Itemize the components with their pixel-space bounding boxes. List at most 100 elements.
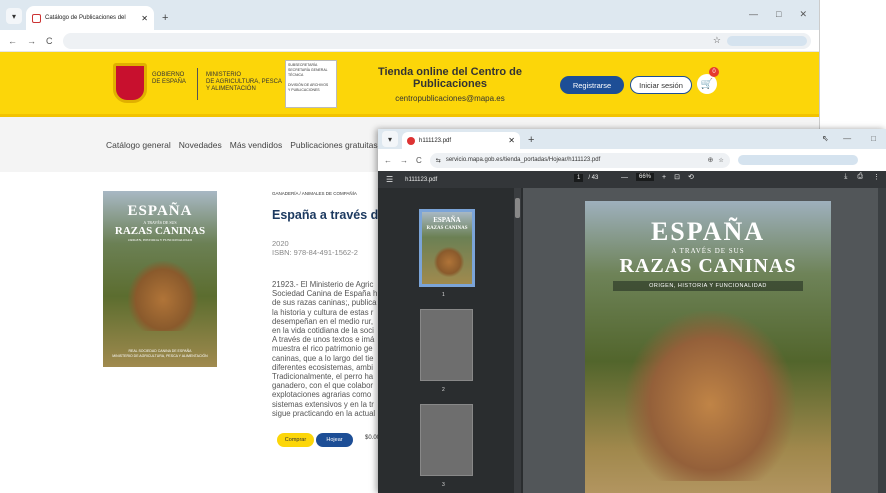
new-tab-button[interactable]: + (528, 134, 534, 146)
profile-area[interactable] (737, 155, 858, 165)
close-tab-icon[interactable]: ✕ (508, 136, 515, 145)
cart-icon[interactable]: 🛒 (697, 74, 717, 94)
pdf-viewer-area[interactable]: ESPAÑA A TRAVÉS DE SUS RAZAS CANINAS ORI… (523, 188, 886, 493)
tab-search-menu-icon[interactable]: ▾ (382, 131, 398, 147)
book-year: 2020 (272, 239, 289, 248)
minimize-icon[interactable]: — (843, 134, 851, 143)
dog-illustration (128, 261, 198, 331)
logo-divider (197, 68, 198, 100)
reload-icon[interactable]: C (416, 156, 422, 165)
site-header: GOBIERNO DE ESPAÑA MINISTERIO DE AGRICUL… (0, 52, 819, 117)
pdf-actions: ⤓ ⎙ ⋮ (844, 173, 880, 181)
cover-title-razas: RAZAS CANINAS (114, 225, 206, 237)
close-tab-icon[interactable]: ✕ (141, 14, 148, 23)
dog-illustration (434, 247, 464, 277)
book-title: España a través de (272, 208, 386, 222)
tab-search-menu-icon[interactable]: ▾ (6, 8, 22, 24)
browser-window-pdf: ▾ h111123.pdf ✕ + ⇖ — □ ← → C ⇆ servicio… (378, 129, 886, 493)
back-icon[interactable]: ← (384, 156, 392, 165)
page-thumbnail-1[interactable]: ESPAÑA RAZAS CANINAS (419, 209, 475, 287)
tab-title: h111123.pdf (419, 137, 452, 144)
coat-of-arms-logo (113, 63, 147, 103)
page-title-razas: RAZAS CANINAS (619, 255, 797, 277)
page-number-input[interactable]: 1 (574, 174, 584, 182)
rotate-icon[interactable]: ⟲ (688, 173, 694, 181)
store-title: Tienda online del Centro de Publicacione… (377, 66, 523, 90)
zoom-out-icon[interactable]: — (621, 174, 628, 181)
new-tab-button[interactable]: + (162, 12, 168, 24)
tab-title: Catálogo de Publicaciones del (45, 15, 126, 21)
forward-icon[interactable]: → (400, 156, 408, 165)
site-info-icon[interactable]: ⇆ (436, 157, 441, 164)
page-thumbnail-2[interactable] (420, 309, 473, 381)
pdf-thumbnail-sidebar: ESPAÑA RAZAS CANINAS 1 2 3 (378, 188, 523, 493)
more-options-icon[interactable]: ⋮ (873, 173, 880, 181)
store-email[interactable]: centropublicaciones@mapa.es (350, 94, 550, 103)
book-isbn: ISBN: 978-84-491-1562-2 (272, 248, 358, 257)
buy-button[interactable]: Comprar (277, 433, 314, 447)
dog-illustration (625, 311, 795, 481)
zoom-level-input[interactable]: 66% (636, 173, 655, 181)
url-text: servicio.mapa.gob.es/tienda_portadas/Hoj… (445, 157, 601, 163)
tab-catalog[interactable]: Catálogo de Publicaciones del ✕ (26, 6, 154, 30)
back-icon[interactable]: ← (8, 36, 17, 46)
zoom-in-icon[interactable]: + (662, 174, 666, 181)
ministry-logo-text: MINISTERIO DE AGRICULTURA, PESCA Y ALIME… (206, 72, 282, 92)
reload-icon[interactable]: C (46, 36, 53, 46)
pdf-filename: h111123.pdf (405, 176, 438, 183)
site-favicon-icon (32, 13, 41, 23)
url-input[interactable]: ⇆ servicio.mapa.gob.es/tienda_portadas/H… (429, 152, 730, 168)
close-icon[interactable]: ✕ (799, 9, 807, 20)
viewer-scrollbar[interactable] (878, 188, 886, 493)
book-description: 21923.- El Ministerio de Agric Sociedad … (272, 280, 378, 418)
bookmark-star-icon[interactable]: ☆ (713, 35, 721, 46)
tab-bar: ▾ Catálogo de Publicaciones del ✕ + — □ … (0, 0, 819, 30)
pdf-favicon-icon (407, 136, 415, 145)
book-cover-image[interactable]: ESPAÑA A TRAVÉS DE SUS RAZAS CANINAS ORI… (103, 191, 217, 367)
zoom-controls: — 66% + ⊡ ⟲ (621, 173, 694, 181)
store-heading: Tienda online del Centro de Publicacione… (350, 66, 550, 103)
page-tagline: ORIGEN, HISTORIA Y FUNCIONALIDAD (613, 281, 803, 291)
sidebar-scroll-thumb[interactable] (515, 198, 520, 218)
cover-tagline: ORIGEN, HISTORIA Y FUNCIONALIDAD (127, 238, 193, 242)
gobierno-logo-text: GOBIERNO DE ESPAÑA (152, 72, 186, 85)
register-button[interactable]: Registrarse (560, 76, 624, 94)
sidebar-menu-icon[interactable]: ☰ (386, 175, 393, 184)
login-button[interactable]: Iniciar sesión (630, 76, 692, 94)
nav-item-catalogo[interactable]: Catálogo general (106, 140, 171, 150)
maximize-icon[interactable]: □ (871, 134, 876, 143)
nav-item-novedades[interactable]: Novedades (179, 140, 222, 150)
nav-item-gratuitas[interactable]: Publicaciones gratuitas (290, 140, 377, 150)
print-icon[interactable]: ⎙ (857, 173, 863, 181)
thumb-title-razas: RAZAS CANINAS (426, 226, 468, 231)
pdf-page-1: ESPAÑA A TRAVÉS DE SUS RAZAS CANINAS ORI… (585, 201, 831, 493)
zoom-icon[interactable]: ⊕ (708, 156, 714, 164)
thumbnail-label-1: 1 (442, 292, 445, 298)
page-subtitle: A TRAVÉS DE SUS (671, 247, 745, 255)
maximize-icon[interactable]: □ (776, 9, 781, 20)
page-thumbnail-3[interactable] (420, 404, 473, 476)
thumb-title-espana: ESPAÑA (433, 216, 461, 224)
bookmark-star-icon[interactable]: ☆ (718, 157, 723, 164)
download-icon[interactable]: ⤓ (844, 173, 847, 181)
cover-footer: REAL SOCIEDAD CANINA DE ESPAÑA MINISTERI… (112, 349, 208, 358)
book-category[interactable]: GANADERÍA / ANIMALES DE COMPAÑÍA (272, 191, 357, 196)
browse-button[interactable]: Hojear (316, 433, 353, 447)
cover-title-espana: ESPAÑA (127, 203, 193, 219)
minimize-icon[interactable]: — (749, 9, 758, 20)
pdf-tab-bar: ▾ h111123.pdf ✕ + ⇖ — □ (378, 129, 886, 149)
cart-count-badge: 0 (709, 67, 719, 77)
pdf-address-bar: ← → C ⇆ servicio.mapa.gob.es/tienda_port… (378, 149, 886, 171)
tab-pdf[interactable]: h111123.pdf ✕ (402, 132, 520, 149)
window-controls: — □ ✕ (749, 9, 807, 20)
window-controls: — □ (843, 134, 876, 143)
forward-icon[interactable]: → (27, 36, 36, 46)
fit-page-icon[interactable]: ⊡ (674, 173, 680, 181)
profile-area[interactable] (727, 35, 807, 46)
mouse-cursor-icon: ⇖ (822, 134, 829, 143)
page-title-espana: ESPAÑA (650, 217, 766, 246)
sidebar-scrollbar[interactable] (514, 188, 521, 493)
nav-item-mas-vendidos[interactable]: Más vendidos (230, 140, 282, 150)
url-input[interactable]: ☆ (62, 32, 811, 49)
book-meta: 2020 ISBN: 978-84-491-1562-2 (272, 239, 358, 257)
